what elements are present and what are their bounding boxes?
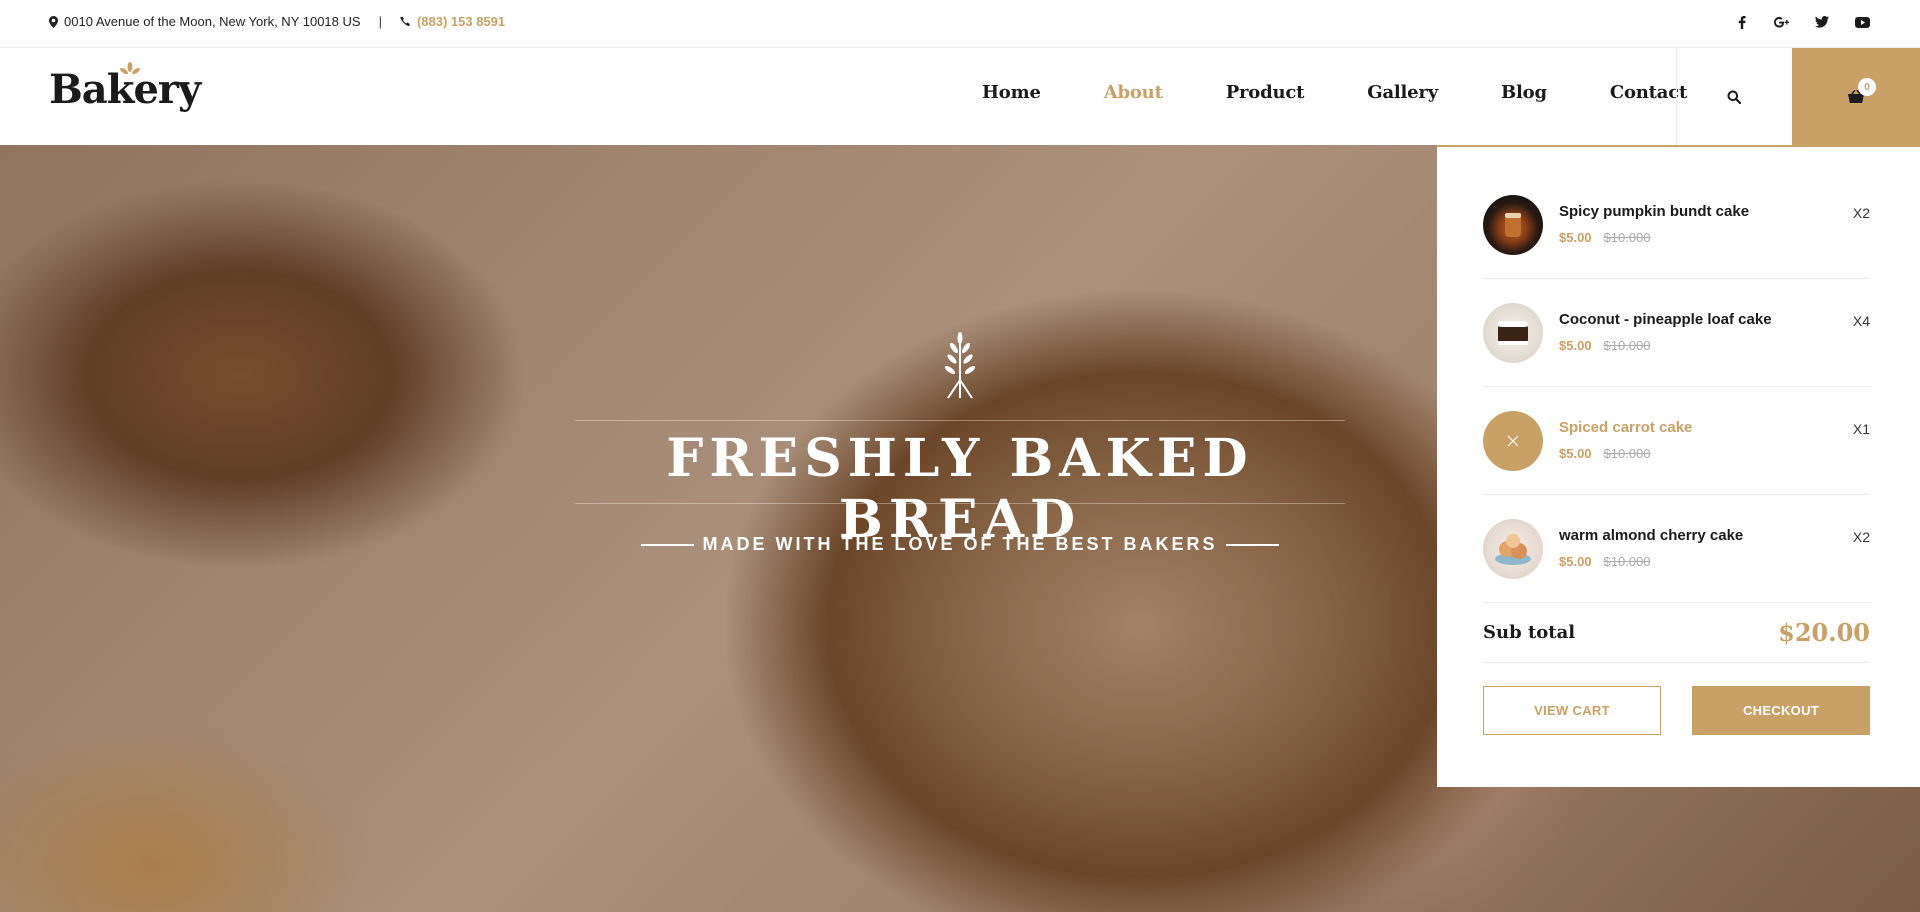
cart-item-price: $5.00 — [1559, 229, 1592, 245]
cart-item: Spiced carrot cake $5.00 $10.000 X1 — [1483, 387, 1870, 495]
nav-blog[interactable]: Blog — [1501, 82, 1547, 103]
phone-link[interactable]: (883) 153 8591 — [417, 14, 505, 29]
cart-actions: VIEW CART CHECKOUT — [1483, 686, 1870, 735]
cart-count-badge: 0 — [1858, 78, 1876, 96]
cart-item-qty: X4 — [1852, 313, 1870, 329]
cart-item-name[interactable]: Coconut - pineapple loaf cake — [1559, 311, 1870, 328]
wheat-icon — [944, 332, 976, 399]
cart-button[interactable]: 0 — [1792, 48, 1920, 145]
cart-item-old-price: $10.000 — [1603, 337, 1651, 353]
hero-title: FRESHLY BAKED BREAD — [666, 428, 1254, 550]
title-bottom-rule — [575, 503, 1345, 504]
cart-item-qty: X1 — [1852, 421, 1870, 437]
cake-thumbnail[interactable] — [1483, 302, 1543, 363]
address-text: 0010 Avenue of the Moon, New York, NY 10… — [64, 14, 361, 29]
cart-item: Coconut - pineapple loaf cake $5.00 $10.0… — [1483, 279, 1870, 387]
cart-item-qty: X2 — [1852, 205, 1870, 221]
twitter-icon[interactable] — [1813, 13, 1831, 31]
cart-item: Spicy pumpkin bundt cake $5.00 $10.000 X2 — [1483, 171, 1870, 279]
site-header: Bakery Home About Product Gallery Blog C… — [0, 48, 1920, 145]
search-button[interactable] — [1676, 48, 1791, 145]
cart-item: warm almond cherry cake $5.00 $10.000 X2 — [1483, 495, 1870, 603]
view-cart-button[interactable]: VIEW CART — [1483, 686, 1661, 735]
social-links — [1733, 13, 1871, 31]
cart-item-qty: X2 — [1852, 529, 1870, 545]
contact-info: 0010 Avenue of the Moon, New York, NY 10… — [49, 14, 505, 29]
hero-subtitle-row: MADE WITH THE LOVE OF THE BEST BAKERS — [575, 534, 1345, 555]
cart-item-price: $5.00 — [1559, 553, 1592, 569]
cart-item-name[interactable]: Spicy pumpkin bundt cake — [1559, 203, 1870, 220]
hero-subtitle: MADE WITH THE LOVE OF THE BEST BAKERS — [702, 534, 1218, 554]
subtitle-dash-left — [641, 543, 695, 546]
cart-item-name[interactable]: Spiced carrot cake — [1559, 419, 1870, 436]
remove-item-button[interactable] — [1483, 410, 1543, 471]
cake-thumbnail[interactable] — [1483, 518, 1543, 579]
close-icon — [1507, 435, 1519, 446]
facebook-icon[interactable] — [1733, 13, 1751, 31]
cart-item-old-price: $10.000 — [1603, 445, 1651, 461]
subtotal-label: Sub total — [1483, 622, 1576, 643]
youtube-icon[interactable] — [1853, 13, 1871, 31]
search-icon — [1727, 90, 1741, 104]
cart-item-price: $5.00 — [1559, 337, 1592, 353]
cart-item-price: $5.00 — [1559, 445, 1592, 461]
wheat-logo-icon — [120, 62, 140, 75]
cart-subtotal: Sub total $20.00 — [1483, 603, 1870, 663]
separator: | — [378, 14, 382, 29]
cart-item-old-price: $10.000 — [1603, 553, 1651, 569]
phone-icon — [400, 16, 410, 27]
cake-thumbnail[interactable] — [1483, 194, 1543, 255]
main-nav: Home About Product Gallery Blog Contact — [982, 82, 1750, 103]
subtotal-value: $20.00 — [1778, 618, 1870, 647]
top-bar: 0010 Avenue of the Moon, New York, NY 10… — [0, 0, 1920, 48]
google-plus-icon[interactable] — [1773, 13, 1791, 31]
cart-item-name[interactable]: warm almond cherry cake — [1559, 527, 1870, 544]
nav-product[interactable]: Product — [1226, 82, 1305, 103]
title-top-rule — [575, 420, 1345, 421]
cart-dropdown: Spicy pumpkin bundt cake $5.00 $10.000 X2… — [1437, 145, 1920, 787]
nav-about[interactable]: About — [1104, 82, 1163, 103]
map-pin-icon — [49, 15, 58, 28]
nav-home[interactable]: Home — [982, 82, 1041, 103]
nav-gallery[interactable]: Gallery — [1367, 82, 1438, 103]
cart-item-old-price: $10.000 — [1603, 229, 1651, 245]
checkout-button[interactable]: CHECKOUT — [1692, 686, 1870, 735]
subtitle-dash-right — [1225, 543, 1279, 546]
